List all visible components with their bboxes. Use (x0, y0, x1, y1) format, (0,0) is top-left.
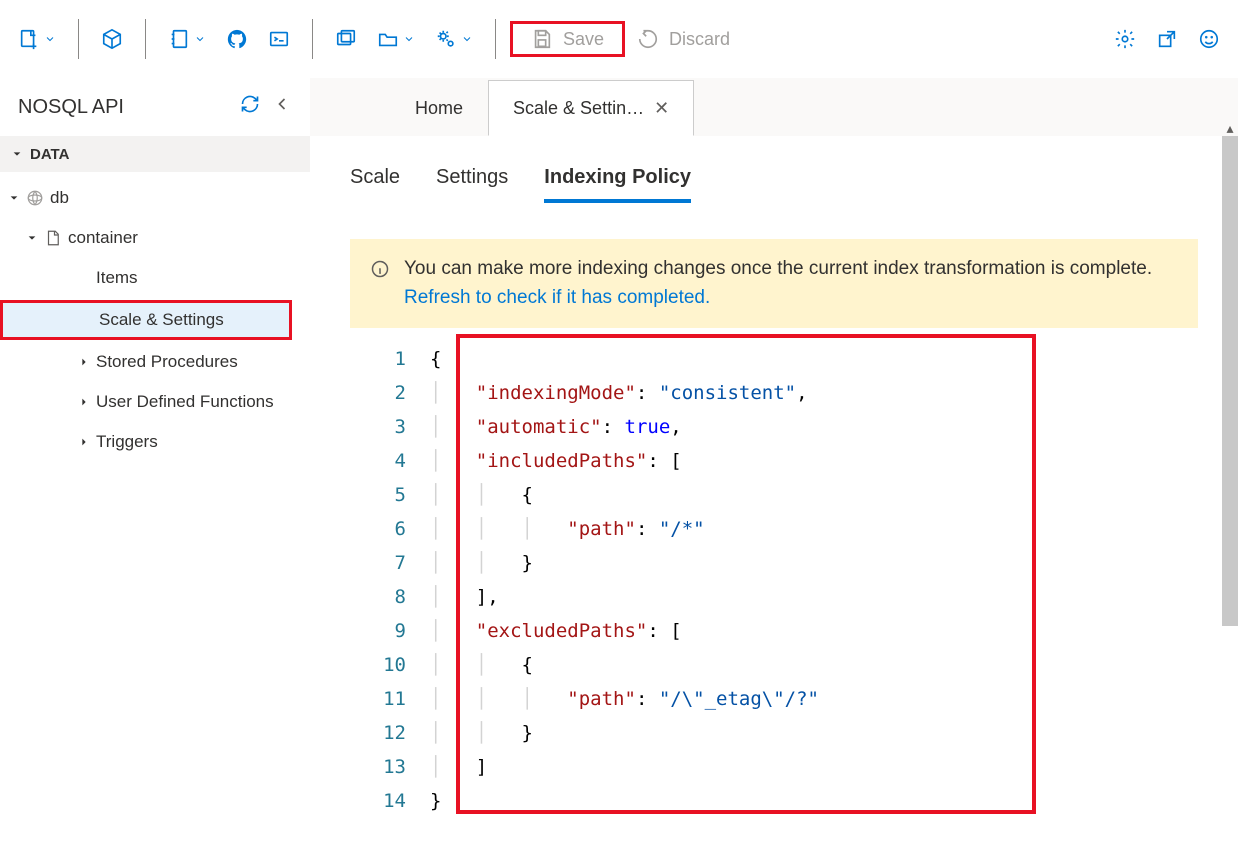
separator (495, 19, 496, 59)
subtab-indexing[interactable]: Indexing Policy (544, 166, 691, 203)
db-label: db (50, 188, 69, 208)
sp-label: Stored Procedures (96, 352, 238, 372)
tab-scale-label: Scale & Settin… (513, 98, 644, 119)
separator (312, 19, 313, 59)
document-icon (44, 229, 62, 247)
feedback-button[interactable] (1190, 21, 1228, 57)
notebook-button[interactable] (160, 21, 214, 57)
tabs-bar: Home Scale & Settin… ✕ (310, 78, 1238, 136)
database-icon (26, 189, 44, 207)
toolbar: Save Discard (0, 0, 1238, 78)
new-item-button[interactable] (10, 21, 64, 57)
tab-home-label: Home (415, 98, 463, 119)
tree-stored-procedures[interactable]: Stored Procedures (0, 342, 310, 382)
popout-button[interactable] (1148, 21, 1186, 57)
discard-button[interactable]: Discard (629, 21, 738, 57)
github-button[interactable] (218, 21, 256, 57)
tree-scale-settings[interactable]: Scale & Settings (0, 300, 292, 340)
tab-scale-settings[interactable]: Scale & Settin… ✕ (488, 80, 694, 136)
save-button[interactable]: Save (510, 21, 625, 57)
items-label: Items (96, 268, 138, 288)
scroll-up-icon[interactable]: ▴ (1222, 120, 1238, 136)
collapse-icon[interactable] (272, 94, 292, 120)
udf-label: User Defined Functions (96, 392, 274, 412)
separator (145, 19, 146, 59)
info-icon (370, 259, 390, 279)
tree-db[interactable]: db (0, 178, 310, 218)
data-section-header[interactable]: DATA (0, 136, 310, 172)
container-label: container (68, 228, 138, 248)
tree-udf[interactable]: User Defined Functions (0, 382, 310, 422)
tab-home[interactable]: Home (390, 80, 488, 136)
scale-settings-label: Scale & Settings (99, 310, 224, 330)
folder-button[interactable] (369, 21, 423, 57)
gears-button[interactable] (427, 21, 481, 57)
banner-link[interactable]: Refresh to check if it has completed. (404, 287, 710, 308)
tree-container[interactable]: container (0, 218, 310, 258)
subtabs: Scale Settings Indexing Policy (350, 166, 1198, 203)
windows-button[interactable] (327, 21, 365, 57)
banner-text: You can make more indexing changes once … (404, 258, 1152, 279)
code-editor[interactable]: 1234567891011121314 {│ "indexingMode": "… (370, 342, 1198, 818)
sidebar: NOSQL API DATA db cont (0, 78, 310, 861)
tree-items[interactable]: Items (0, 258, 310, 298)
subtab-settings[interactable]: Settings (436, 166, 508, 203)
refresh-icon[interactable] (240, 94, 260, 120)
line-gutter: 1234567891011121314 (370, 342, 418, 818)
settings-gear-button[interactable] (1106, 21, 1144, 57)
info-banner: You can make more indexing changes once … (350, 239, 1198, 328)
discard-label: Discard (669, 29, 730, 50)
tree: db container Items Scale & Settings Stor… (0, 172, 310, 468)
cube-button[interactable] (93, 21, 131, 57)
sidebar-header: NOSQL API (0, 78, 310, 136)
section-label: DATA (30, 146, 69, 163)
triggers-label: Triggers (96, 432, 158, 452)
code-content[interactable]: {│ "indexingMode": "consistent",│ "autom… (418, 342, 819, 818)
terminal-button[interactable] (260, 21, 298, 57)
separator (78, 19, 79, 59)
save-label: Save (563, 29, 604, 50)
subtab-scale[interactable]: Scale (350, 166, 400, 203)
content: Home Scale & Settin… ✕ ▴ Scale Settings … (310, 78, 1238, 861)
close-icon[interactable]: ✕ (654, 98, 669, 119)
tree-triggers[interactable]: Triggers (0, 422, 310, 462)
api-title: NOSQL API (18, 96, 124, 119)
